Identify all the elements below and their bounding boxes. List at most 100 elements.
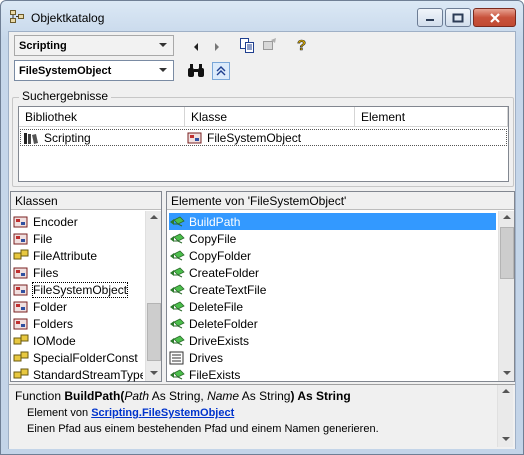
scroll-up-icon[interactable] xyxy=(150,215,158,219)
list-item[interactable]: File xyxy=(13,230,143,247)
search-results-label: Suchergebnisse xyxy=(19,89,112,103)
minimize-icon xyxy=(426,18,434,21)
scroll-down-icon[interactable] xyxy=(503,371,511,375)
list-item-label: File xyxy=(33,231,53,246)
classes-pane[interactable]: Klassen Encoder File FileAttribute Files Fil… xyxy=(10,191,162,382)
list-item-label: FileAttribute xyxy=(33,248,98,263)
members-header: Elemente von 'FileSystemObject' xyxy=(167,192,514,210)
library-combo-value: Scripting xyxy=(19,40,67,52)
minimize-button[interactable] xyxy=(417,8,443,27)
method-icon xyxy=(170,318,185,328)
list-item[interactable]: FileSystemObject xyxy=(13,281,143,298)
signature-close: ) As String xyxy=(290,389,351,403)
svg-text:?: ? xyxy=(297,37,306,53)
search-button[interactable] xyxy=(187,62,205,80)
signature-param: Path xyxy=(124,389,150,403)
list-item[interactable]: Encoder xyxy=(13,213,143,230)
classes-scrollbar[interactable] xyxy=(145,211,161,381)
result-library: Scripting xyxy=(44,131,91,145)
method-icon xyxy=(170,233,185,243)
maximize-button[interactable] xyxy=(445,8,471,27)
list-item-label: DriveExists xyxy=(189,333,250,348)
list-item-label: CopyFolder xyxy=(189,248,252,263)
scroll-thumb[interactable] xyxy=(147,303,161,361)
objektkatalog-window: Objektkatalog Scripting ? FileSystemObje… xyxy=(0,0,524,455)
window-title: Objektkatalog xyxy=(31,11,105,25)
class-link[interactable]: FileSystemObject xyxy=(142,407,234,419)
result-class-cell: FileSystemObject xyxy=(187,131,301,145)
class-icon xyxy=(13,216,28,227)
binoculars-icon xyxy=(188,64,204,77)
list-item[interactable]: FileExists xyxy=(169,366,496,383)
close-button[interactable] xyxy=(473,8,516,27)
method-icon xyxy=(170,369,185,379)
object-browser-client: Scripting ? FileSystemObject Suchergebni… xyxy=(8,31,516,449)
table-row[interactable]: Scripting FileSystemObject xyxy=(20,129,507,146)
close-icon xyxy=(489,12,500,23)
column-header-label: Klasse xyxy=(191,110,228,124)
column-header-label: Element xyxy=(361,110,406,124)
class-icon xyxy=(13,318,28,329)
method-icon xyxy=(170,284,185,294)
list-item[interactable]: CopyFile xyxy=(169,230,496,247)
list-item[interactable]: SpecialFolderConst xyxy=(13,349,143,366)
class-icon xyxy=(187,132,202,144)
forward-button[interactable] xyxy=(208,38,226,56)
signature-type: As String, xyxy=(149,389,208,403)
title-bar[interactable]: Objektkatalog xyxy=(1,1,523,31)
list-item[interactable]: CreateFolder xyxy=(169,264,496,281)
list-item[interactable]: DriveExists xyxy=(169,332,496,349)
members-header-label: Elemente von 'FileSystemObject' xyxy=(171,194,347,208)
details-scrollbar[interactable] xyxy=(497,385,513,447)
list-item[interactable]: StandardStreamType xyxy=(13,366,143,383)
list-item[interactable]: FileAttribute xyxy=(13,247,143,264)
list-item[interactable]: Folders xyxy=(13,315,143,332)
object-browser-icon xyxy=(10,10,24,23)
list-item[interactable]: Drives xyxy=(169,349,496,366)
library-combo[interactable]: Scripting xyxy=(14,35,174,56)
forward-arrow-icon xyxy=(215,43,219,51)
list-item-label: StandardStreamType xyxy=(33,367,143,382)
scroll-up-icon[interactable] xyxy=(503,215,511,219)
library-link[interactable]: Scripting xyxy=(91,407,139,419)
enum-icon xyxy=(13,249,29,259)
list-item[interactable]: Folder xyxy=(13,298,143,315)
classes-header-label: Klassen xyxy=(15,194,58,208)
list-item-label: FileExists xyxy=(189,367,241,382)
list-item-label: Folder xyxy=(33,299,68,314)
column-header-label: Bibliothek xyxy=(25,110,78,124)
list-item[interactable]: DeleteFile xyxy=(169,298,496,315)
method-icon xyxy=(170,335,185,345)
list-item-label: DeleteFile xyxy=(189,299,244,314)
result-class: FileSystemObject xyxy=(207,131,302,145)
toggle-results-button[interactable] xyxy=(212,62,230,80)
list-item-label: CreateTextFile xyxy=(189,282,267,297)
list-item[interactable]: BuildPath xyxy=(169,213,496,230)
column-header-element[interactable]: Element xyxy=(355,107,508,127)
view-definition-button[interactable] xyxy=(261,36,279,54)
list-item[interactable]: IOMode xyxy=(13,332,143,349)
search-results-list[interactable]: Bibliothek Klasse Element Scripting File… xyxy=(18,106,509,182)
chevron-down-icon[interactable] xyxy=(159,43,167,47)
method-icon xyxy=(170,250,185,260)
list-item-label: SpecialFolderConst xyxy=(33,350,138,365)
signature-name: BuildPath xyxy=(64,389,121,403)
property-icon xyxy=(169,351,184,364)
column-header-class[interactable]: Klasse xyxy=(185,107,355,127)
scroll-down-icon[interactable] xyxy=(150,371,158,375)
column-header-library[interactable]: Bibliothek xyxy=(19,107,185,127)
list-item[interactable]: Files xyxy=(13,264,143,281)
scroll-thumb[interactable] xyxy=(500,227,514,279)
list-item[interactable]: DeleteFolder xyxy=(169,315,496,332)
copy-button[interactable] xyxy=(238,36,256,54)
back-button[interactable] xyxy=(187,38,205,56)
members-scrollbar[interactable] xyxy=(498,211,514,381)
scroll-down-icon[interactable] xyxy=(502,437,510,441)
members-pane[interactable]: Elemente von 'FileSystemObject' BuildPat… xyxy=(166,191,515,382)
help-button[interactable]: ? xyxy=(293,36,311,54)
scroll-up-icon[interactable] xyxy=(502,389,510,393)
chevron-down-icon[interactable] xyxy=(159,68,167,72)
list-item[interactable]: CopyFolder xyxy=(169,247,496,264)
list-item[interactable]: CreateTextFile xyxy=(169,281,496,298)
search-combo[interactable]: FileSystemObject xyxy=(14,60,174,81)
